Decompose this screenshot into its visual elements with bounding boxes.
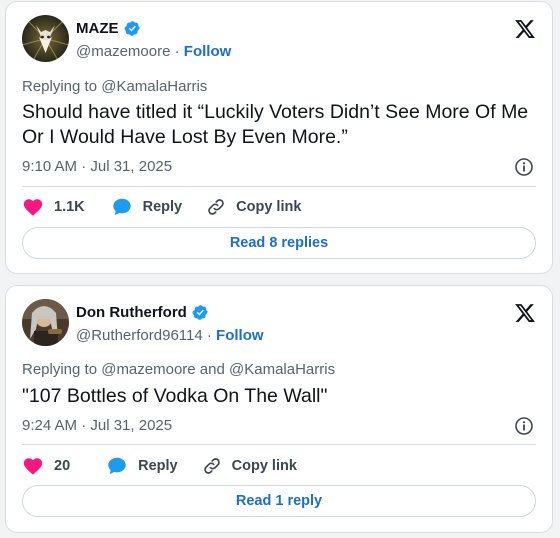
replying-to: Replying to @mazemoore and @KamalaHarris [22,361,336,378]
author-handle[interactable]: @mazemoore [76,43,170,60]
separator-dot: · [206,327,212,344]
author-name-row: Don Rutherford [76,304,209,321]
replying-to: Replying to @KamalaHarris [22,78,208,95]
action-bar: 1.1K Reply Copy link [22,195,301,219]
follow-button[interactable]: Follow [184,43,232,60]
like-count: 20 [54,458,71,474]
reply-button[interactable]: Reply [111,196,183,218]
reply-button[interactable]: Reply [106,455,178,477]
copy-link-label: Copy link [231,458,297,474]
author-name-row: MAZE [76,20,141,37]
tweet-text: Should have titled it “Luckily Voters Di… [22,101,529,148]
action-bar: 20 Reply Copy link [22,454,297,478]
timestamp[interactable]: 9:10 AM · Jul 31, 2025 [22,158,172,175]
info-icon[interactable] [514,157,534,177]
like-button[interactable]: 20 [22,455,70,477]
x-logo-icon[interactable] [514,18,536,40]
timestamp[interactable]: 9:24 AM · Jul 31, 2025 [22,417,172,434]
author-name[interactable]: Don Rutherford [76,304,187,321]
follow-button[interactable]: Follow [216,327,264,344]
verified-badge-icon [192,304,209,321]
reply-label: Reply [138,458,178,474]
copy-link-button[interactable]: Copy link [206,197,301,217]
author-name[interactable]: MAZE [76,20,119,37]
like-button[interactable]: 1.1K [22,196,85,218]
link-icon [202,456,222,476]
reply-bubble-icon [106,455,128,477]
heart-icon [22,196,44,218]
heart-icon [22,455,44,477]
copy-link-button[interactable]: Copy link [202,456,297,476]
divider [22,444,536,445]
divider [22,186,536,187]
read-replies-button[interactable]: Read 1 reply [22,485,536,517]
author-handle[interactable]: @Rutherford96114 [76,327,203,344]
tweet-card: MAZE @mazemoore · Follow Replying to @Ka… [5,1,553,274]
copy-link-label: Copy link [236,199,302,215]
avatar[interactable] [22,299,69,346]
verified-badge-icon [124,20,141,37]
avatar[interactable] [22,15,69,62]
reply-label: Reply [142,199,183,215]
tweet-text: "107 Bottles of Vodka On The Wall" [22,385,328,407]
separator-dot: · [174,43,180,60]
tweet-card: Don Rutherford @Rutherford96114 · Follow… [5,285,553,533]
author-handle-row: @Rutherford96114 · Follow [76,327,264,344]
like-count: 1.1K [54,199,85,215]
read-replies-button[interactable]: Read 8 replies [22,227,536,259]
reply-bubble-icon [111,196,133,218]
author-handle-row: @mazemoore · Follow [76,43,231,60]
link-icon [206,197,226,217]
x-logo-icon[interactable] [514,302,536,324]
info-icon[interactable] [514,416,534,436]
